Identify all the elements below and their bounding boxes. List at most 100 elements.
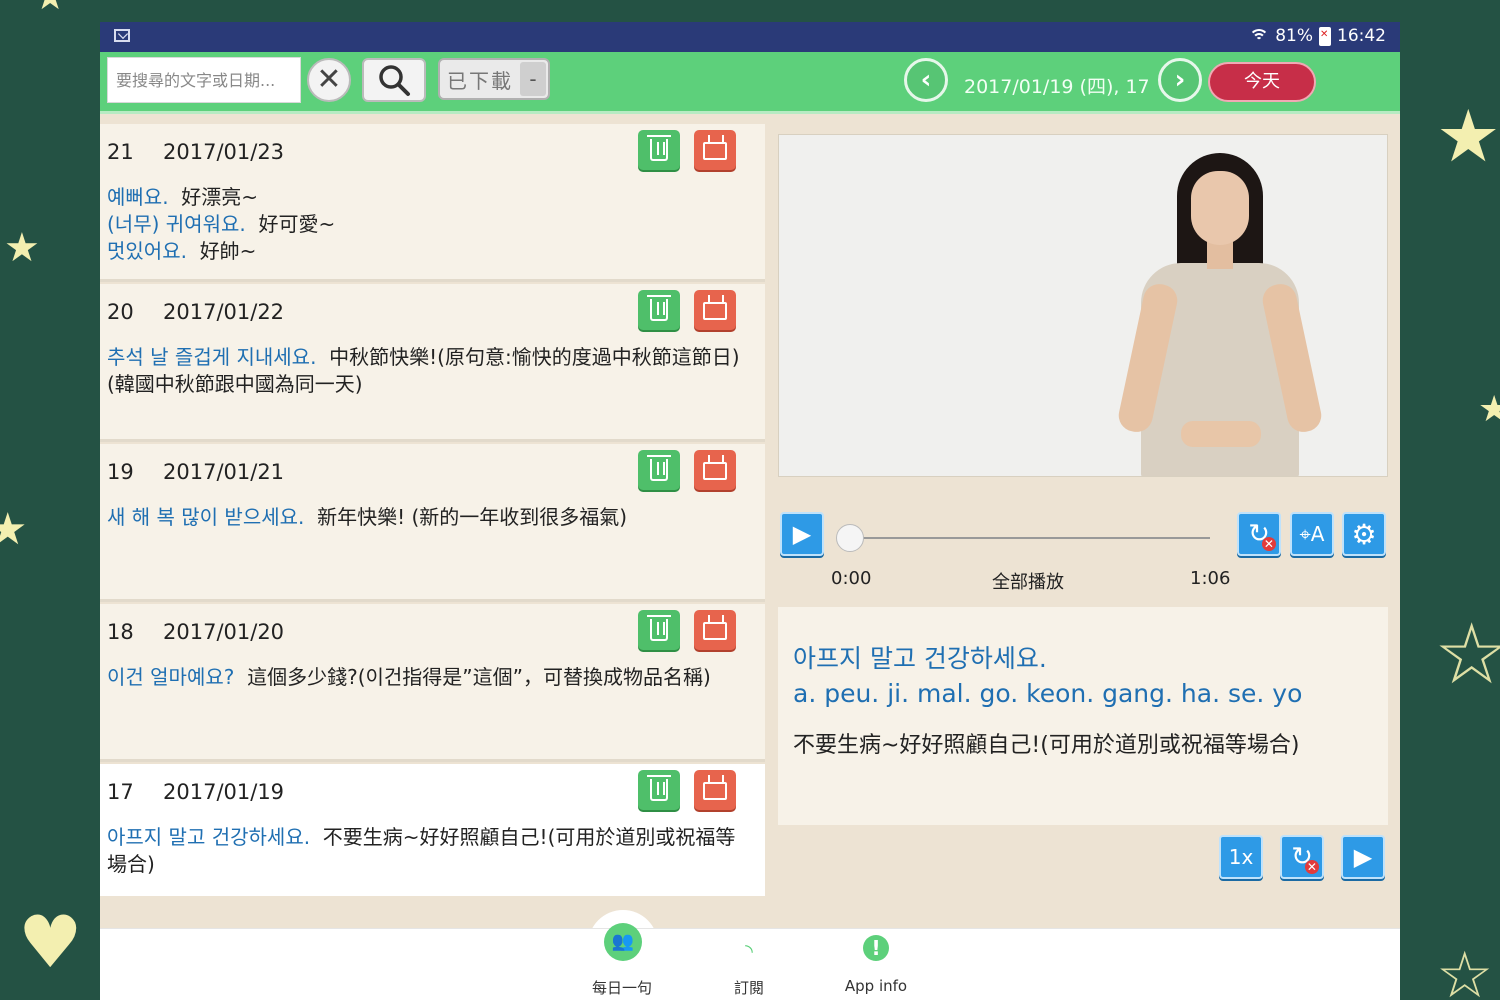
delete-button[interactable] bbox=[638, 290, 680, 330]
chevron-right-icon: › bbox=[1174, 65, 1186, 95]
seek-thumb[interactable] bbox=[836, 524, 864, 552]
list-item-selected[interactable]: 17 2017/01/19 아프지 말고 건강하세요. 不要生病~好好照顧自己!… bbox=[100, 764, 765, 896]
presenter-image bbox=[1115, 153, 1349, 476]
chinese-text: 好帥~ bbox=[199, 239, 257, 263]
video-button[interactable] bbox=[694, 450, 736, 490]
entry-number: 18 bbox=[107, 620, 134, 644]
gear-icon: ⚙ bbox=[1351, 517, 1377, 551]
clear-search-button[interactable]: ✕ bbox=[307, 58, 351, 102]
romanization: a. peu. ji. mal. go. keon. gang. ha. se.… bbox=[793, 679, 1303, 708]
tab-daily-sentence[interactable]: 👥 每日一句 bbox=[562, 923, 682, 1000]
font-settings-button[interactable]: ⌖A bbox=[1290, 512, 1334, 556]
tv-icon bbox=[703, 142, 727, 160]
video-button[interactable] bbox=[694, 610, 736, 650]
list-item[interactable]: 20 2017/01/22 추석 날 즐겁게 지내세요. 中秋節快樂!(原句意:… bbox=[100, 284, 765, 442]
play-all-label[interactable]: 全部播放 bbox=[992, 568, 1064, 594]
korean-text: 추석 날 즐겁게 지내세요. bbox=[107, 345, 317, 369]
tv-icon bbox=[703, 302, 727, 320]
repeat-off-button[interactable]: ↻ ✕ bbox=[1280, 835, 1324, 879]
korean-text: (너무) 귀여워요. bbox=[107, 212, 246, 236]
star-decoration-icon: ★ bbox=[1478, 389, 1500, 430]
wifi-icon bbox=[1249, 27, 1270, 45]
star-decoration-icon: ☆ bbox=[1436, 939, 1494, 1000]
delete-button[interactable] bbox=[638, 770, 680, 810]
tab-label: 每日一句 bbox=[591, 979, 652, 997]
list-item[interactable]: 21 2017/01/23 예뻐요. 好漂亮~ (너무) 귀여워요. 好可愛~ … bbox=[100, 124, 765, 282]
battery-icon bbox=[1319, 26, 1331, 46]
pin-font-icon: ⌖A bbox=[1299, 522, 1325, 546]
info-icon: ! bbox=[816, 933, 936, 961]
play-button[interactable]: ▶ bbox=[780, 512, 824, 556]
entry-text: 새 해 복 많이 받으세요. 新年快樂! (新的一年收到很多福氣) bbox=[107, 504, 747, 531]
speed-label: 1x bbox=[1228, 845, 1254, 869]
downloaded-label: 已下載 bbox=[447, 68, 513, 93]
entry-text: 이건 얼마예요? 這個多少錢?(이건指得是”這個”，可替換成物品名稱) bbox=[107, 664, 747, 691]
star-decoration-icon: ★ bbox=[0, 504, 28, 555]
status-bar: 81% 16:42 bbox=[100, 22, 1400, 52]
video-button[interactable] bbox=[694, 770, 736, 810]
korean-text: 이건 얼마예요? bbox=[107, 665, 235, 689]
clock: 16:42 bbox=[1337, 26, 1386, 46]
chinese-translation: 不要生病~好好照顧自己!(可用於道別或祝福等場合) bbox=[793, 733, 1300, 758]
heart-decoration-icon: ♥ bbox=[18, 900, 83, 984]
delete-button[interactable] bbox=[638, 610, 680, 650]
seek-bar[interactable] bbox=[850, 537, 1210, 539]
sentence-list: 21 2017/01/23 예뻐요. 好漂亮~ (너무) 귀여워요. 好可愛~ … bbox=[100, 124, 765, 896]
search-icon bbox=[379, 65, 410, 96]
korean-text: 멋있어요. bbox=[107, 239, 187, 263]
previous-day-button[interactable]: ‹ bbox=[904, 58, 948, 102]
video-button[interactable] bbox=[694, 130, 736, 170]
chinese-text: 好可愛~ bbox=[258, 212, 336, 236]
star-decoration-icon: ☆ bbox=[1434, 605, 1500, 703]
mail-icon bbox=[114, 29, 130, 42]
entry-date: 2017/01/22 bbox=[163, 300, 285, 324]
tv-icon bbox=[703, 462, 727, 480]
star-decoration-icon: ★ bbox=[4, 225, 40, 271]
app-window: 81% 16:42 ✕ 已下載 - ‹ 2017/01/19 (四), 17 ›… bbox=[100, 22, 1400, 1000]
chinese-text: 這個多少錢?(이건指得是”這個”，可替換成物品名稱) bbox=[247, 665, 711, 689]
downloaded-minus: - bbox=[520, 62, 546, 96]
entry-text: 아프지 말고 건강하세요. 不要生病~好好照顧自己!(可用於道別或祝福等場合) bbox=[107, 824, 747, 878]
chinese-text: 好漂亮~ bbox=[181, 185, 259, 209]
delete-button[interactable] bbox=[638, 130, 680, 170]
play-sentence-button[interactable]: ▶ bbox=[1341, 835, 1385, 879]
tab-subscribe[interactable]: ◝ 訂閱 bbox=[689, 929, 809, 1000]
battery-percent: 81% bbox=[1275, 26, 1313, 46]
entry-text: 예뻐요. 好漂亮~ (너무) 귀여워요. 好可愛~ 멋있어요. 好帥~ bbox=[107, 184, 747, 265]
video-player[interactable] bbox=[778, 134, 1388, 477]
play-icon: ▶ bbox=[792, 520, 812, 548]
list-item[interactable]: 19 2017/01/21 새 해 복 많이 받으세요. 新年快樂! (新的一年… bbox=[100, 444, 765, 602]
tab-label: 訂閱 bbox=[733, 979, 764, 997]
entry-number: 17 bbox=[107, 780, 134, 804]
next-day-button[interactable]: › bbox=[1158, 58, 1202, 102]
search-input[interactable] bbox=[107, 57, 301, 103]
speed-button[interactable]: 1x bbox=[1219, 835, 1263, 879]
people-icon: 👥 bbox=[604, 923, 642, 961]
total-time: 1:06 bbox=[1190, 568, 1231, 589]
korean-sentence: 아프지 말고 건강하세요. bbox=[793, 644, 1047, 673]
korean-text: 예뻐요. bbox=[107, 185, 169, 209]
chinese-text: 新年快樂! (新的一年收到很多福氣) bbox=[317, 505, 628, 529]
korean-text: 아프지 말고 건강하세요. bbox=[107, 825, 311, 849]
entry-date: 2017/01/20 bbox=[163, 620, 285, 644]
tv-icon bbox=[703, 782, 727, 800]
trash-icon bbox=[647, 455, 671, 481]
trash-icon bbox=[647, 775, 671, 801]
video-button[interactable] bbox=[694, 290, 736, 330]
today-button[interactable]: 今天 bbox=[1208, 62, 1316, 102]
entry-date: 2017/01/21 bbox=[163, 460, 285, 484]
repeat-off-button[interactable]: ↻ ✕ bbox=[1237, 512, 1281, 556]
list-item[interactable]: 18 2017/01/20 이건 얼마예요? 這個多少錢?(이건指得是”這個”，… bbox=[100, 604, 765, 762]
tv-icon bbox=[703, 622, 727, 640]
toolbar: ✕ 已下載 - ‹ 2017/01/19 (四), 17 › 今天 bbox=[100, 52, 1400, 114]
close-icon: ✕ bbox=[316, 62, 342, 97]
downloaded-filter-toggle[interactable]: 已下載 - bbox=[438, 58, 550, 100]
delete-button[interactable] bbox=[638, 450, 680, 490]
star-decoration-icon: ★ bbox=[1436, 94, 1500, 178]
tab-app-info[interactable]: ! App info bbox=[816, 929, 936, 1000]
search-button[interactable] bbox=[362, 58, 426, 102]
entry-number: 19 bbox=[107, 460, 134, 484]
settings-button[interactable]: ⚙ bbox=[1342, 512, 1386, 556]
bottom-navigation: 👥 每日一句 ◝ 訂閱 ! App info bbox=[100, 923, 1400, 1000]
sentence-detail-card: 아프지 말고 건강하세요. a. peu. ji. mal. go. keon.… bbox=[778, 607, 1388, 825]
